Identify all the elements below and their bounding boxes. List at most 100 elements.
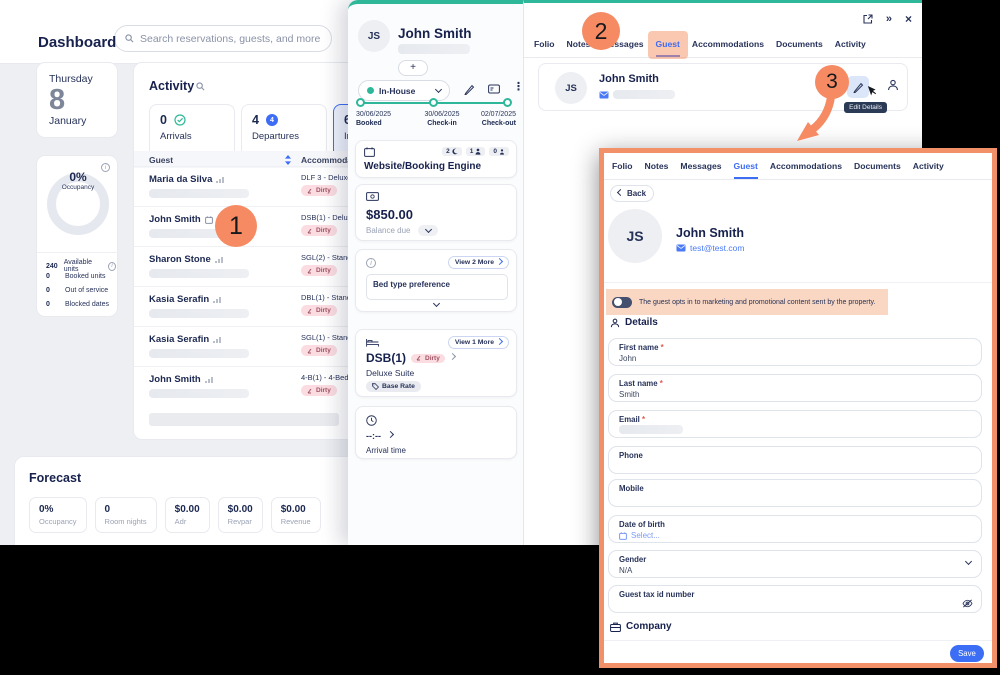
tab-documents[interactable]: Documents [776, 39, 823, 57]
avatar: JS [555, 72, 587, 104]
dob-select[interactable]: Select... [619, 531, 971, 540]
expand-balance-button[interactable] [418, 225, 438, 236]
required-mark: * [661, 343, 664, 352]
chevron-right-icon [496, 257, 503, 264]
view-more-accommodation-button[interactable]: View 1 More [448, 336, 509, 349]
date-of-birth-field[interactable]: Date of birth Select... [608, 515, 982, 543]
date-card: Thursday 8 January [36, 62, 118, 138]
close-icon[interactable]: × [905, 12, 912, 26]
date-day: 8 [49, 85, 105, 115]
arrival-time-label: Arrival time [366, 446, 406, 455]
email-field[interactable]: Email * [608, 410, 982, 438]
accommodation-card[interactable]: View 1 More DSB(1) Dirty Deluxe Suite Ba… [355, 329, 517, 397]
housekeeping-icon [307, 228, 313, 234]
chevron-down-icon[interactable] [433, 300, 440, 307]
search-icon [125, 34, 134, 43]
stat-out-of-service: 0Out of service [46, 287, 116, 294]
preference-item: Bed type preference [366, 274, 508, 300]
required-mark: * [660, 379, 663, 388]
tab-accommodations[interactable]: Accommodations [770, 161, 842, 179]
briefcase-icon [610, 622, 621, 632]
save-button[interactable]: Save [950, 645, 984, 662]
gender-field[interactable]: Gender N/A [608, 550, 982, 578]
date-month: January [49, 115, 105, 127]
tab-folio[interactable]: Folio [534, 39, 555, 57]
room-code: DSB(1) [366, 351, 406, 365]
info-icon: i [366, 258, 376, 268]
tab-documents[interactable]: Documents [854, 161, 901, 179]
redacted-email [619, 425, 683, 434]
collapse-panel-icon[interactable]: » [886, 13, 892, 25]
last-name-field[interactable]: Last name * Smith [608, 374, 982, 402]
arrival-time-card[interactable]: --:-- Arrival time [355, 406, 517, 459]
occupancy-center: 0% Occupancy [37, 170, 119, 191]
occupancy-label: Occupancy [37, 184, 119, 191]
tax-id-field[interactable]: Guest tax id number [608, 585, 982, 613]
reservation-slideover: JS John Smith + In-House ⋮ 30/06/2025Boo… [348, 0, 524, 545]
timeline-node-checkout [503, 98, 512, 107]
children-badge: 0 [489, 147, 509, 156]
occupancy-card: i 0% Occupancy 240Available unitsi 0Book… [36, 155, 118, 317]
id-card-icon[interactable] [488, 84, 500, 94]
tab-accommodations[interactable]: Accommodations [692, 39, 764, 57]
info-icon[interactable]: i [108, 262, 116, 271]
gender-value: N/A [619, 566, 971, 575]
pencil-icon [853, 82, 864, 93]
tab-notes[interactable]: Notes [645, 161, 669, 179]
guest-form-tabs: Folio Notes Messages Guest Accommodation… [604, 161, 992, 180]
status-dropdown[interactable]: In-House [358, 80, 450, 101]
booking-source-card[interactable]: 2 1 0 Website/Booking Engine [355, 140, 517, 178]
eye-off-icon[interactable] [962, 599, 973, 608]
redacted-pagination [149, 413, 339, 426]
chevron-right-icon[interactable] [449, 353, 456, 360]
add-tag-button[interactable]: + [398, 60, 428, 76]
form-footer [604, 640, 992, 663]
tab-guest[interactable]: Guest [734, 161, 758, 179]
redacted-text [149, 189, 249, 198]
redacted-text [149, 269, 249, 278]
details-section-header: Details [610, 317, 658, 328]
tab-activity[interactable]: Activity [835, 39, 866, 57]
first-name-field[interactable]: First name * John [608, 338, 982, 366]
preferences-card[interactable]: i View 2 More Bed type preference [355, 249, 517, 312]
annotation-arrow-down [793, 95, 841, 145]
tab-folio[interactable]: Folio [612, 161, 633, 179]
housekeeping-status-badge: Dirty [411, 354, 445, 363]
guest-edit-form: Folio Notes Messages Guest Accommodation… [599, 148, 997, 668]
envelope-icon [599, 91, 609, 99]
annotation-step-2: 2 [582, 12, 620, 50]
guest-name: John Smith [398, 26, 472, 41]
mobile-field[interactable]: Mobile [608, 479, 982, 507]
tab-messages[interactable]: Messages [680, 161, 721, 179]
global-search-input[interactable]: Search reservations, guests, and more [114, 25, 332, 52]
stats-icon [215, 256, 223, 264]
timeline-booked: 30/06/2025Booked [356, 111, 412, 127]
back-button[interactable]: Back [610, 185, 654, 202]
first-name-value: John [619, 354, 971, 363]
phone-field[interactable]: Phone [608, 446, 982, 474]
more-menu-icon[interactable]: ⋮ [513, 80, 524, 93]
edit-icon[interactable] [464, 84, 475, 95]
marketing-optin-text: The guest opts in to marketing and promo… [639, 299, 875, 306]
view-more-preferences-button[interactable]: View 2 More [448, 256, 509, 269]
timeline-checkout: 02/07/2025Check-out [460, 111, 516, 127]
tag-icon [372, 383, 379, 390]
redacted-text [398, 44, 470, 54]
avatar: JS [608, 209, 662, 263]
balance-card[interactable]: $850.00 Balance due [355, 184, 517, 241]
annotation-step-1: 1 [215, 205, 257, 247]
marketing-optin-toggle[interactable] [612, 297, 632, 308]
sort-icon[interactable] [284, 155, 292, 165]
tab-activity[interactable]: Activity [913, 161, 944, 179]
tab-guest[interactable]: Guest [656, 39, 680, 57]
housekeeping-icon [416, 355, 422, 361]
required-mark: * [642, 415, 645, 424]
search-icon[interactable] [196, 82, 205, 91]
open-in-new-icon[interactable] [863, 14, 873, 24]
guest-email-link[interactable]: test@test.com [676, 243, 744, 253]
forecast-occupancy: 0%Occupancy [29, 497, 87, 533]
guest-profile-icon[interactable] [887, 79, 899, 91]
edit-details-button[interactable] [847, 76, 869, 98]
forecast-title: Forecast [29, 471, 81, 485]
arrival-time-value[interactable]: --:-- [366, 431, 393, 441]
